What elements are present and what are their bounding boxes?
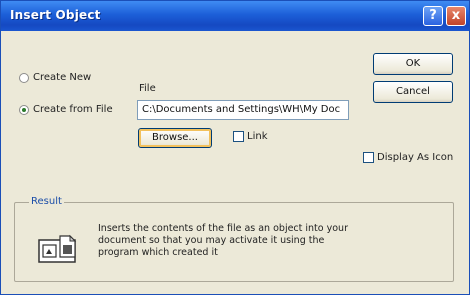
create-from-file-option[interactable]: Create from File [19,104,113,115]
ok-button[interactable]: OK [373,53,453,75]
display-as-icon-checkbox[interactable] [363,152,374,163]
close-icon[interactable]: x [446,6,466,26]
create-new-option[interactable]: Create New [19,72,91,83]
create-from-file-label: Create from File [33,104,113,115]
display-as-icon-label: Display As Icon [377,152,454,163]
file-path-input[interactable]: C:\Documents and Settings\WH\My Doc [137,100,349,120]
create-new-radio[interactable] [19,72,29,83]
help-icon[interactable]: ? [423,6,443,26]
create-from-file-radio[interactable] [19,104,29,115]
link-label: Link [247,131,268,142]
browse-button[interactable]: Browse... [138,128,212,148]
link-checkbox[interactable] [233,131,244,142]
create-new-label: Create New [33,72,92,83]
display-as-icon-option[interactable]: Display As Icon [363,152,453,163]
link-option[interactable]: Link [233,131,267,142]
cancel-button[interactable]: Cancel [373,81,453,103]
result-description: Inserts the contents of the file as an o… [98,223,348,258]
result-label: Result [29,196,64,207]
insert-object-dialog: Insert Object ? x Create New Create from… [0,0,470,295]
title-bar[interactable]: Insert Object ? x [1,1,469,31]
embedded-object-icon [38,234,77,263]
file-label: File [139,83,156,94]
dialog-title: Insert Object [10,8,101,22]
